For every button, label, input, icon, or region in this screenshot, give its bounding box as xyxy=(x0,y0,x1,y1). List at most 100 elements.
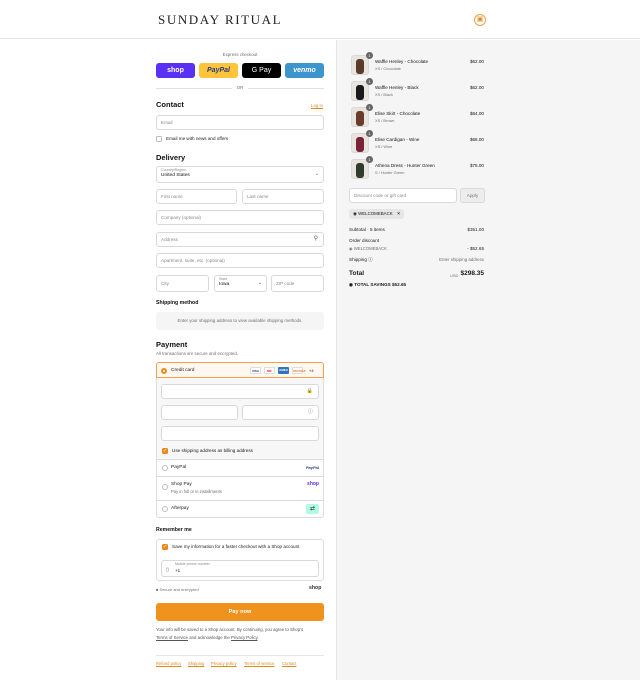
afterpay-logo-icon: ⇄ xyxy=(306,504,319,514)
shop-pay-radio[interactable] xyxy=(162,484,168,490)
zip-field[interactable] xyxy=(271,275,324,292)
credit-card-option[interactable]: Credit card VISA MC AMEX DISCOVER +4 xyxy=(156,362,324,378)
venmo-button[interactable]: venmo xyxy=(285,63,324,78)
item-price: $62.00 xyxy=(469,59,484,64)
phone-value: +1 xyxy=(175,568,181,573)
login-link[interactable]: Log in xyxy=(311,103,323,108)
tos-link[interactable]: Terms of Service xyxy=(156,635,188,640)
shop-pay-button[interactable]: shop xyxy=(156,63,195,78)
privacy-policy-link[interactable]: Privacy policy xyxy=(211,661,237,666)
apply-button[interactable]: Apply xyxy=(460,188,485,203)
pay-now-button[interactable]: Pay now xyxy=(156,603,324,621)
amex-icon: AMEX xyxy=(278,367,289,374)
country-select[interactable]: Country/Region United States ⌄ xyxy=(156,166,324,183)
item-name: Waffle Henley - Chocolate xyxy=(375,59,429,64)
privacy-link[interactable]: Privacy Policy xyxy=(231,635,257,640)
bag-icon[interactable]: ▣ xyxy=(474,14,486,26)
item-variant: S / Hunter Green xyxy=(375,170,405,175)
item-variant: XS / Brown xyxy=(375,118,395,123)
expiry-field[interactable] xyxy=(161,405,238,420)
shipping-label: Shipping ⓘ xyxy=(349,257,373,263)
city-input[interactable] xyxy=(161,276,208,291)
remember-box: ✓ Save my information for a faster check… xyxy=(156,539,324,581)
company-field[interactable] xyxy=(156,210,324,225)
last-name-field[interactable] xyxy=(242,189,324,204)
payment-subtitle: All transactions are secure and encrypte… xyxy=(156,351,239,356)
brand-logo[interactable]: SUNDAY RITUAL xyxy=(158,12,282,28)
express-checkout-title: Express checkout xyxy=(222,52,258,57)
paypal-label: PayPal xyxy=(171,465,187,470)
state-select[interactable]: State Iowa ⌄ xyxy=(214,275,267,292)
shop-pay-label: Shop Pay xyxy=(171,482,192,487)
order-discount-code: ◉ WELCOMEBACK xyxy=(349,246,387,251)
phone-field[interactable]: ▯ Mobile phone number +1 xyxy=(161,560,319,577)
legal-text: Your info will be saved to a Shop accoun… xyxy=(156,626,324,642)
first-name-input[interactable] xyxy=(161,190,236,203)
item-name: Elise Cardigan - Wine xyxy=(375,137,420,142)
apartment-field[interactable] xyxy=(156,253,324,268)
news-label: Email me with news and offers xyxy=(166,136,229,141)
first-name-field[interactable] xyxy=(156,189,237,204)
shipping-method-heading: Shipping method xyxy=(156,300,199,306)
apartment-input[interactable] xyxy=(161,254,323,267)
email-input[interactable] xyxy=(161,116,323,129)
billing-checkbox[interactable]: ✓ xyxy=(162,448,168,454)
legal-period: . xyxy=(257,635,259,640)
name-on-card-field[interactable] xyxy=(161,426,319,441)
address-field[interactable]: ⚲ xyxy=(156,232,324,247)
footer-divider xyxy=(156,655,324,656)
save-info-checkbox[interactable]: ✓ xyxy=(162,544,168,550)
legal-line: Your info will be saved to a Shop accoun… xyxy=(156,627,304,632)
city-field[interactable] xyxy=(156,275,209,292)
credit-card-label: Credit card xyxy=(171,368,195,373)
shipping-value: Enter shipping address xyxy=(439,257,484,262)
chevron-down-icon: ⌄ xyxy=(257,280,262,286)
shop-pay-logo: shop xyxy=(307,481,319,487)
help-icon[interactable]: ⓘ xyxy=(368,257,373,262)
visa-icon: VISA xyxy=(250,367,261,374)
secure-label: Secure and encrypted xyxy=(159,587,199,592)
discover-icon: DISCOVER xyxy=(292,367,306,374)
card-form: 🔒 ⓘ ✓ Use shipping address as billing ad… xyxy=(156,378,324,460)
shop-pay-sub: Pay in full or in installments xyxy=(171,489,222,494)
last-name-input[interactable] xyxy=(247,190,323,203)
discount-tag-code: WELCOMEBACK xyxy=(358,211,393,216)
shipping-link[interactable]: Shipping xyxy=(188,661,204,666)
close-icon[interactable]: ✕ xyxy=(397,211,401,216)
terms-link[interactable]: Terms of service xyxy=(244,661,274,666)
item-price: $68.00 xyxy=(469,137,484,142)
address-input[interactable] xyxy=(161,233,307,246)
order-discount-value: - $52.65 xyxy=(467,246,484,251)
company-input[interactable] xyxy=(161,211,323,224)
subtotal-label: Subtotal · 5 items xyxy=(349,227,385,232)
zip-input[interactable] xyxy=(276,276,323,291)
item-name: Elise Skirt - Chocolate xyxy=(375,111,421,116)
security-code-field[interactable]: ⓘ xyxy=(242,405,319,420)
quantity-badge: 1 xyxy=(366,78,373,85)
paypal-express-button[interactable]: PayPal xyxy=(199,63,238,78)
refund-policy-link[interactable]: Refund policy xyxy=(156,661,181,666)
legal-and: and acknowledge the xyxy=(189,635,230,640)
card-number-field[interactable]: 🔒 xyxy=(161,384,319,399)
chevron-down-icon: ⌄ xyxy=(314,171,319,177)
discount-code-input[interactable] xyxy=(354,189,456,202)
contact-heading: Contact xyxy=(156,100,184,109)
phone-label: Mobile phone number xyxy=(175,562,210,566)
remember-heading: Remember me xyxy=(156,527,192,533)
quantity-badge: 1 xyxy=(366,130,373,137)
afterpay-radio[interactable] xyxy=(162,506,168,512)
email-field[interactable] xyxy=(156,115,324,130)
afterpay-label: Afterpay xyxy=(171,506,189,511)
paypal-option[interactable]: PayPal PayPal xyxy=(156,460,324,477)
paypal-logo: PayPal xyxy=(305,465,319,470)
afterpay-option[interactable]: Afterpay ⇄ xyxy=(156,501,324,518)
shop-pay-option[interactable]: Shop Pay Pay in full or in installments … xyxy=(156,477,324,501)
news-checkbox[interactable] xyxy=(156,136,162,142)
paypal-radio[interactable] xyxy=(162,465,168,471)
search-icon: ⚲ xyxy=(313,236,318,242)
discount-code-field[interactable] xyxy=(349,188,457,203)
credit-card-radio[interactable] xyxy=(161,368,167,374)
contact-link[interactable]: Contact xyxy=(282,661,296,666)
google-pay-button[interactable]: G Pay xyxy=(242,63,281,78)
shipping-label-text: Shipping xyxy=(349,257,367,262)
